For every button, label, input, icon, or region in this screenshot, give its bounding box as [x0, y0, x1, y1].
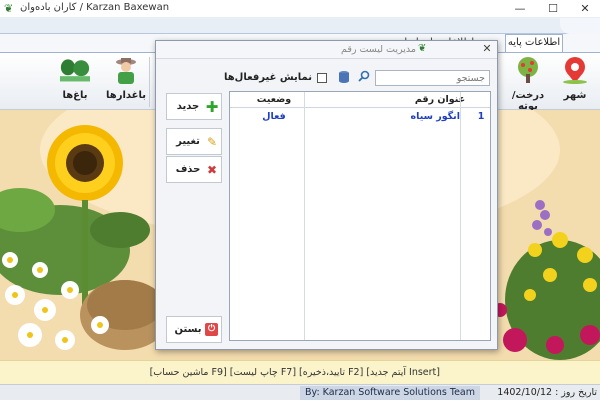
delete-x-icon: ✖ — [206, 163, 218, 177]
edit-button[interactable]: ✎ تغییر — [166, 128, 222, 155]
ribbon-separator — [149, 57, 150, 107]
garden-trees-icon — [60, 59, 90, 82]
column-header-status[interactable]: وضعیت — [244, 94, 304, 105]
new-label: جدید — [176, 101, 200, 112]
column-header-name[interactable]: عنوان رقم — [410, 94, 470, 105]
table-row[interactable]: فعال انگور سیاه 1 — [230, 110, 490, 124]
dialog-leaf-icon: ❦ — [418, 43, 427, 54]
farmer-icon — [116, 58, 136, 84]
window-title: کاران باده‌وان / Karzan Baxewan — [20, 2, 170, 13]
app-menu-orb[interactable] — [560, 18, 600, 34]
gardens-label: باغ‌ها — [62, 90, 88, 101]
variety-grid[interactable]: وضعیت عنوان رقم فعال انگور سیاه 1 — [229, 91, 491, 341]
delete-button[interactable]: ✖ حذف — [166, 156, 222, 183]
database-button[interactable] — [336, 70, 352, 86]
cell-row-number: 1 — [477, 111, 485, 122]
cell-status: فعال — [262, 111, 286, 122]
search-input[interactable] — [375, 70, 490, 86]
today-date: تاریخ روز : 1402/10/12 — [497, 387, 597, 398]
credit-text: By: Karzan Software Solutions Team — [300, 386, 480, 400]
tab-base-info[interactable]: اطلاعات پایه — [505, 34, 563, 52]
search-button[interactable] — [356, 70, 372, 86]
new-button[interactable]: ✚ جدید — [166, 93, 222, 120]
edit-label: تغییر — [176, 136, 200, 147]
close-label: بستن — [174, 324, 202, 335]
gardens-button[interactable]: باغ‌ها — [52, 56, 98, 106]
city-label: شهر — [563, 90, 587, 101]
show-inactive-checkbox[interactable] — [317, 73, 327, 83]
shortcut-hint-bar: [Insert آیتم جدید] [F2 تایید،ذخیره] [F7 … — [0, 360, 600, 384]
bottom-status-bar: By: Karzan Software Solutions Team تاریخ… — [0, 384, 600, 400]
tree-bush-button[interactable]: درخت/بوته — [505, 56, 551, 112]
gardeners-label: باغدارها — [106, 90, 146, 101]
minimize-button[interactable]: — — [505, 0, 535, 17]
grid-column-divider — [460, 92, 461, 340]
exit-icon: ⏻ — [205, 323, 218, 336]
dialog-close-icon[interactable]: ✕ — [480, 42, 494, 56]
delete-label: حذف — [175, 164, 201, 175]
pencil-icon: ✎ — [206, 135, 218, 149]
variety-list-dialog: مدیریت لیست رقم ❦ ✕ نمایش غیرفعال‌ها ✚ ج… — [155, 40, 498, 350]
window-titlebar: ❦ کاران باده‌وان / Karzan Baxewan — ☐ ✕ — [0, 0, 600, 17]
tree-bush-label: درخت/بوته — [511, 90, 545, 112]
close-window-button[interactable]: ✕ — [570, 0, 600, 17]
maximize-button[interactable]: ☐ — [538, 0, 568, 17]
close-dialog-button[interactable]: ⏻ بستن — [166, 316, 222, 343]
tree-icon — [518, 57, 538, 83]
ribbon-header — [0, 17, 600, 34]
dialog-titlebar: مدیریت لیست رقم ❦ ✕ — [156, 41, 497, 59]
database-icon — [339, 71, 349, 83]
city-button[interactable]: شهر — [552, 56, 598, 106]
gardeners-button[interactable]: باغدارها — [103, 56, 149, 106]
search-icon — [358, 70, 370, 82]
grid-column-divider — [304, 92, 305, 340]
app-leaf-icon: ❦ — [4, 2, 14, 15]
map-pin-icon — [563, 57, 587, 84]
cell-name: انگور سیاه — [410, 111, 460, 122]
plus-icon: ✚ — [205, 98, 219, 116]
shortcut-hints: [Insert آیتم جدید] [F2 تایید،ذخیره] [F7 … — [149, 367, 440, 378]
grid-header: وضعیت عنوان رقم — [230, 92, 490, 108]
dialog-title: مدیریت لیست رقم — [341, 44, 416, 55]
show-inactive-label: نمایش غیرفعال‌ها — [223, 72, 312, 83]
